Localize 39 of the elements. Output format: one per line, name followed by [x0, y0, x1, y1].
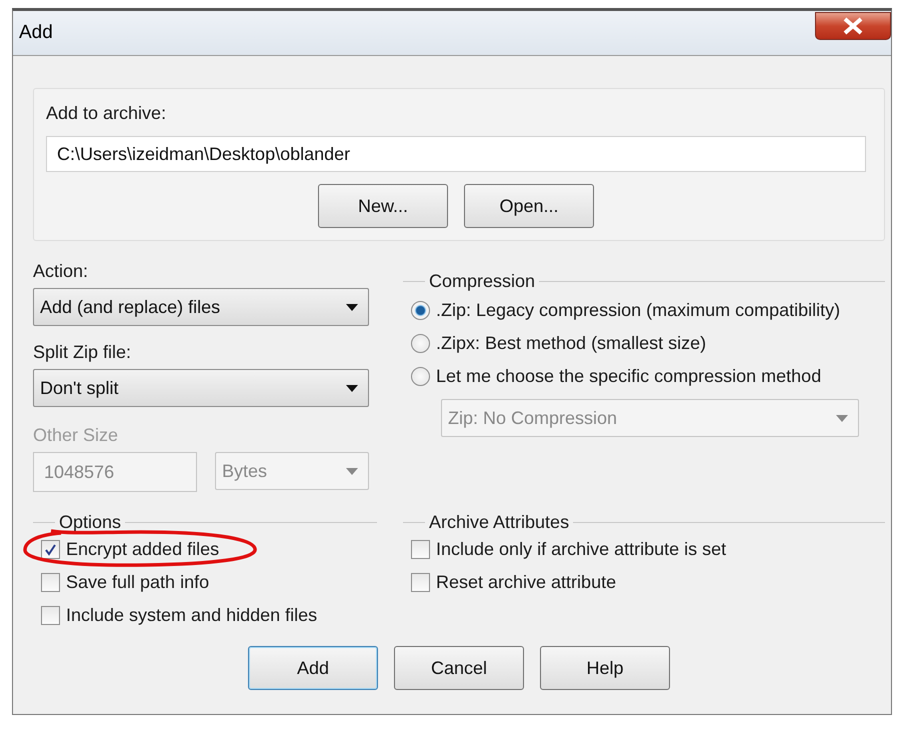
dialog-button[interactable]: Cancel [394, 646, 524, 690]
radio-label: .Zipx: Best method (smallest size) [436, 333, 706, 354]
checkbox[interactable] [411, 573, 430, 592]
dropdown-arrow-icon [346, 304, 358, 310]
checkbox[interactable] [41, 540, 60, 559]
field-label: Add to archive: [46, 103, 168, 124]
checkbox-label: Reset archive attribute [436, 572, 616, 593]
dropdown-arrow-icon [836, 414, 848, 422]
dialog-button[interactable]: Add [248, 646, 378, 690]
checkmark-icon [44, 543, 57, 556]
split-dropdown[interactable]: Don't split [33, 369, 369, 407]
checkbox-label: Save full path info [66, 572, 210, 593]
checkbox[interactable] [41, 573, 60, 592]
group-title: Compression [429, 271, 536, 292]
window-title: Add [19, 22, 53, 44]
checkbox-label: Encrypt added files [66, 539, 220, 560]
field-label: Other Size [33, 425, 120, 446]
radio-label: Let me choose the specific compression method [436, 366, 822, 387]
dialog-button[interactable]: Open... [464, 184, 594, 228]
radio-label: .Zip: Legacy compression (maximum compatibility) [436, 300, 840, 321]
radio-button[interactable] [411, 367, 430, 386]
checkbox-label: Include only if archive attribute is set [436, 539, 726, 560]
checkbox-label: Include system and hidden files [66, 605, 318, 626]
field-label: Split Zip file: [33, 342, 132, 363]
radio-button[interactable] [411, 301, 430, 320]
dropdown-arrow-icon [346, 468, 358, 474]
close-button[interactable] [815, 12, 891, 40]
radio-button[interactable] [411, 334, 430, 353]
close-icon [842, 17, 864, 35]
dialog-button[interactable]: Help [540, 646, 670, 690]
action-dropdown[interactable]: Add (and replace) files [33, 288, 369, 326]
field-label: Action: [33, 261, 90, 282]
group-title: Archive Attributes [429, 512, 570, 533]
dropdown-arrow-icon [346, 384, 358, 392]
checkbox[interactable] [411, 540, 430, 559]
archive-path-field[interactable]: C:\Users\izeidman\Desktop\oblander [46, 136, 866, 172]
group-title: Options [59, 512, 122, 533]
dialog-button[interactable]: New... [318, 184, 448, 228]
checkbox[interactable] [41, 606, 60, 625]
